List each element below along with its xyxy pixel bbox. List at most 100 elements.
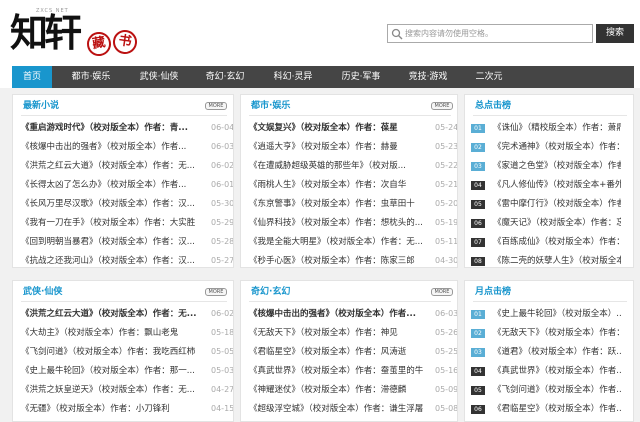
nav-item-acg[interactable]: 二次元: [464, 66, 514, 88]
book-title-link[interactable]: 《诛仙》（精校版全本）作者：萧鼎: [493, 121, 621, 135]
rank-item[interactable]: 07 《百练成仙》（校对版全本）作者：...: [471, 235, 629, 249]
book-title-link[interactable]: 《飞剑问道》（校对版全本）作者：我吃西红柿: [21, 345, 205, 359]
book-title-link[interactable]: 《完术通神》（校对版全本）作者：...: [493, 140, 621, 154]
book-title-link[interactable]: 《核爆中击出的强者》（校对版全本）作者...: [21, 140, 205, 154]
book-title-link[interactable]: 《无敌天下》（校对版全本）作者：...: [493, 326, 621, 340]
nav-item-history[interactable]: 历史·军事: [330, 66, 392, 88]
nav-item-gaming[interactable]: 竞技·游戏: [397, 66, 459, 88]
rank-item[interactable]: 05 《飞剑问道》（校对版全本）作者...: [471, 383, 629, 397]
list-item[interactable]: 《逍遥大亨》（校对版全本）作者：赫曼 05-23: [249, 140, 457, 154]
list-item[interactable]: 《真武世界》（校对版全本）作者：蚕茧里的牛 05-16: [249, 364, 457, 378]
book-title-link[interactable]: 《洪荒之红云大道》（校对版全本）作者：无...: [21, 307, 205, 321]
rank-item[interactable]: 04 《凡人修仙传》（校对版全本+番外...: [471, 178, 629, 192]
book-title-link[interactable]: 《雨桃人生》（校对版全本）作者：次自华: [249, 178, 429, 192]
book-title-link[interactable]: 《抗战之还我河山》（校对版全本）作者：汉...: [21, 254, 205, 267]
book-title-link[interactable]: 《史上最牛轮回》（校对版全本）...: [493, 307, 621, 321]
book-title-link[interactable]: 《长得太凶了怎么办》（校对版全本）作者...: [21, 178, 205, 192]
book-title-link[interactable]: 《雷中摩仃行》（校对版全本）作者...: [493, 197, 621, 211]
book-title-link[interactable]: 《真武世界》（校对版全本）作者：蚕茧里的牛: [249, 364, 429, 378]
nav-item-wuxia[interactable]: 武侠·仙侠: [128, 66, 190, 88]
list-item[interactable]: 《东京警事》（校对版全本）作者：虫草田十 05-20: [249, 197, 457, 211]
book-title-link[interactable]: 《洪荒之红云大道》（校对版全本）作者：无...: [21, 159, 205, 173]
book-title-link[interactable]: 《文娱复兴》（校对版全本）作者：葆星: [249, 121, 429, 135]
rank-item[interactable]: 02 《无敌天下》（校对版全本）作者：...: [471, 326, 629, 340]
list-item[interactable]: 《我是全能大明星》（校对版全本）作者：无... 05-11: [249, 235, 457, 249]
panel-latest-novels: 最新小说 MORE 《重启游戏时代》（校对版全本）作者：青... 06-04 《核爆…: [12, 94, 234, 268]
list-item[interactable]: 《回到明朝当暴君》（校对版全本）作者：汉... 05-28: [21, 235, 233, 249]
list-item[interactable]: 《仙界科技》（校对版全本）作者：想枕头的... 05-19: [249, 216, 457, 230]
book-title-link[interactable]: 《无敌天下》（校对版全本）作者：神见: [249, 326, 429, 340]
book-title-link[interactable]: 《重启游戏时代》（校对版全本）作者：青...: [21, 121, 205, 135]
book-title-link[interactable]: 《飞剑问道》（校对版全本）作者...: [493, 383, 621, 397]
list-item[interactable]: 《重启游戏时代》（校对版全本）作者：青... 06-04: [21, 121, 233, 135]
list-item[interactable]: 《雨桃人生》（校对版全本）作者：次自华 05-21: [249, 178, 457, 192]
rank-item[interactable]: 06 《君临星空》（校对版全本）作者...: [471, 402, 629, 416]
book-title-link[interactable]: 《仙界科技》（校对版全本）作者：想枕头的...: [249, 216, 429, 230]
more-button[interactable]: MORE: [431, 102, 453, 110]
rank-item[interactable]: 01 《诛仙》（精校版全本）作者：萧鼎: [471, 121, 629, 135]
rank-item[interactable]: 04 《真武世界》（校对版全本）作者...: [471, 364, 629, 378]
book-title-link[interactable]: 《逍遥大亨》（校对版全本）作者：赫曼: [249, 140, 429, 154]
book-title-link[interactable]: 《超级浮空城》（校对版全本）作者：谦生浮屠: [249, 402, 429, 416]
rank-item[interactable]: 03 《道君》（校对版全本）作者：跃...: [471, 345, 629, 359]
nav-item-fantasy[interactable]: 奇幻·玄幻: [194, 66, 256, 88]
more-button[interactable]: MORE: [431, 288, 453, 296]
rank-item[interactable]: 02 《完术通神》（校对版全本）作者：...: [471, 140, 629, 154]
rank-item[interactable]: 08 《陈二壳的妖孽人生》（校对版全本...: [471, 254, 629, 267]
site-logo[interactable]: 知轩 ZXCS NET 藏 书: [10, 6, 140, 62]
list-item[interactable]: 《飞剑问道》（校对版全本）作者：我吃西红柿 05-05: [21, 345, 233, 359]
list-item[interactable]: 《抗战之还我河山》（校对版全本）作者：汉... 05-27: [21, 254, 233, 267]
book-title-link[interactable]: 《君临星空》（校对版全本）作者：风涛逝: [249, 345, 429, 359]
nav-item-scifi[interactable]: 科幻·灵异: [262, 66, 324, 88]
list-item[interactable]: 《洪荒之红云大道》（校对版全本）作者：无... 06-02: [21, 307, 233, 321]
rank-item[interactable]: 03 《家道之色堂》（校对版全本）作者：...: [471, 159, 629, 173]
book-title-link[interactable]: 《长风万里尽汉歌》（校对版全本）作者：汉...: [21, 197, 205, 211]
book-title-link[interactable]: 《魔天记》（校对版全本）作者：忘...: [493, 216, 621, 230]
book-title-link[interactable]: 《无疆》（校对版全本）作者：小刀锋利: [21, 402, 205, 416]
book-title-link[interactable]: 《凡人修仙传》（校对版全本+番外...: [493, 178, 621, 192]
rank-item[interactable]: 05 《雷中摩仃行》（校对版全本）作者...: [471, 197, 629, 211]
book-title-link[interactable]: 《百练成仙》（校对版全本）作者：...: [493, 235, 621, 249]
book-title-link[interactable]: 《我是全能大明星》（校对版全本）作者：无...: [249, 235, 429, 249]
book-title-link[interactable]: 《神耀迷仗》（校对版全本）作者：滞德麟: [249, 383, 429, 397]
list-item[interactable]: 《长得太凶了怎么办》（校对版全本）作者... 06-01: [21, 178, 233, 192]
search-input[interactable]: [405, 26, 591, 41]
book-title-link[interactable]: 《在遭威胁超级英雄的那些年》（校对版...: [249, 159, 429, 173]
list-item[interactable]: 《君临星空》（校对版全本）作者：风涛逝 05-25: [249, 345, 457, 359]
list-item[interactable]: 《超级浮空城》（校对版全本）作者：谦生浮屠 05-08: [249, 402, 457, 416]
list-item[interactable]: 《文娱复兴》（校对版全本）作者：葆星 05-24: [249, 121, 457, 135]
book-title-link[interactable]: 《我有一刀在手》（校对版全本）作者：大实胜: [21, 216, 205, 230]
more-button[interactable]: MORE: [205, 288, 227, 296]
book-title-link[interactable]: 《家道之色堂》（校对版全本）作者：...: [493, 159, 621, 173]
nav-item-urban[interactable]: 都市·娱乐: [60, 66, 122, 88]
book-title-link[interactable]: 《君临星空》（校对版全本）作者...: [493, 402, 621, 416]
book-title-link[interactable]: 《东京警事》（校对版全本）作者：虫草田十: [249, 197, 429, 211]
book-title-link[interactable]: 《道君》（校对版全本）作者：跃...: [493, 345, 621, 359]
book-title-link[interactable]: 《回到明朝当暴君》（校对版全本）作者：汉...: [21, 235, 205, 249]
list-item[interactable]: 《在遭威胁超级英雄的那些年》（校对版... 05-22: [249, 159, 457, 173]
list-item[interactable]: 《秒手心医》（校对版全本）作者：陈家三郎 04-30: [249, 254, 457, 267]
book-title-link[interactable]: 《核爆中击出的强者》（校对版全本）作者...: [249, 307, 429, 321]
list-item[interactable]: 《核爆中击出的强者》（校对版全本）作者... 06-03: [249, 307, 457, 321]
book-title-link[interactable]: 《史上最牛轮回》（校对版全本）作者：那一...: [21, 364, 205, 378]
list-item[interactable]: 《洪荒之红云大道》（校对版全本）作者：无... 06-02: [21, 159, 233, 173]
more-button[interactable]: MORE: [205, 102, 227, 110]
list-item[interactable]: 《史上最牛轮回》（校对版全本）作者：那一... 05-03: [21, 364, 233, 378]
list-item[interactable]: 《无疆》（校对版全本）作者：小刀锋利 04-15: [21, 402, 233, 416]
list-item[interactable]: 《洪荒之妖皇逆天》（校对版全本）作者：无... 04-27: [21, 383, 233, 397]
book-title-link[interactable]: 《大劫主》（校对版全本）作者：飘山老鬼: [21, 326, 205, 340]
book-title-link[interactable]: 《陈二壳的妖孽人生》（校对版全本...: [493, 254, 621, 267]
list-item[interactable]: 《我有一刀在手》（校对版全本）作者：大实胜 05-29: [21, 216, 233, 230]
rank-item[interactable]: 01 《史上最牛轮回》（校对版全本）...: [471, 307, 629, 321]
list-item[interactable]: 《核爆中击出的强者》（校对版全本）作者... 06-03: [21, 140, 233, 154]
rank-item[interactable]: 06 《魔天记》（校对版全本）作者：忘...: [471, 216, 629, 230]
list-item[interactable]: 《长风万里尽汉歌》（校对版全本）作者：汉... 05-30: [21, 197, 233, 211]
nav-item-home[interactable]: 首页: [12, 66, 52, 88]
search-button[interactable]: 搜索: [596, 24, 634, 43]
book-title-link[interactable]: 《真武世界》（校对版全本）作者...: [493, 364, 621, 378]
book-title-link[interactable]: 《洪荒之妖皇逆天》（校对版全本）作者：无...: [21, 383, 205, 397]
list-item[interactable]: 《大劫主》（校对版全本）作者：飘山老鬼 05-18: [21, 326, 233, 340]
list-item[interactable]: 《神耀迷仗》（校对版全本）作者：滞德麟 05-09: [249, 383, 457, 397]
book-title-link[interactable]: 《秒手心医》（校对版全本）作者：陈家三郎: [249, 254, 429, 267]
list-item[interactable]: 《无敌天下》（校对版全本）作者：神见 05-26: [249, 326, 457, 340]
